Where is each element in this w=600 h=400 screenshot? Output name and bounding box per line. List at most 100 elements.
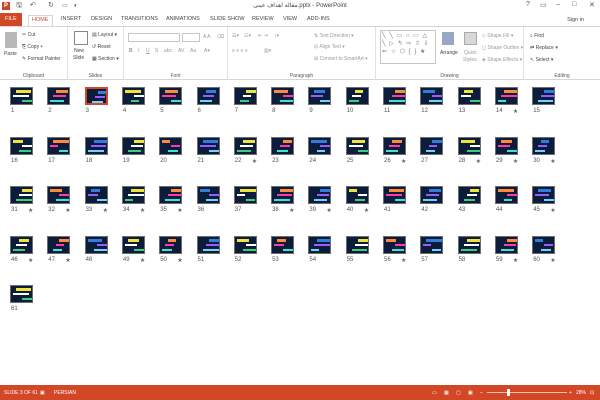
layout-button[interactable]: ▤ Layout ▾	[92, 32, 117, 38]
animation-star-icon[interactable]: ★	[103, 207, 108, 214]
slide-thumbnail[interactable]	[383, 235, 406, 254]
animation-star-icon[interactable]: ★	[28, 207, 33, 214]
animation-star-icon[interactable]: ★	[513, 158, 518, 165]
convert-smartart-button[interactable]: ⊞ Convert to SmartArt ▾	[314, 56, 368, 62]
animation-star-icon[interactable]: ★	[476, 158, 481, 165]
animation-star-icon[interactable]: ★	[326, 207, 331, 214]
new-slide-icon[interactable]	[74, 31, 88, 45]
slide-thumbnail[interactable]	[420, 186, 444, 204]
animation-star-icon[interactable]: ★	[401, 257, 406, 264]
slide-thumbnail[interactable]	[345, 87, 369, 105]
slide-thumbnail[interactable]	[47, 235, 71, 254]
tab-insert[interactable]: INSERT	[58, 15, 84, 26]
animation-star-icon[interactable]: ★	[177, 207, 182, 214]
slide-thumbnail[interactable]	[10, 87, 33, 105]
shape-fill-button[interactable]: ◇ Shape Fill ▾	[482, 33, 513, 39]
paste-icon[interactable]	[5, 32, 17, 48]
slide-thumbnail[interactable]	[159, 235, 183, 254]
tab-file[interactable]: FILE	[0, 13, 22, 26]
align-text-button[interactable]: ⊟ Align Text ▾	[314, 44, 345, 50]
reset-button[interactable]: ↺ Reset	[92, 44, 111, 50]
font-size-combobox[interactable]	[182, 33, 200, 42]
bold-button[interactable]: B	[129, 48, 133, 54]
slide-thumbnail[interactable]	[84, 186, 108, 204]
tab-view[interactable]: VIEW	[280, 15, 300, 26]
sign-in-link[interactable]: Sign in	[567, 17, 584, 23]
bullets-button[interactable]: ☰▾	[232, 33, 239, 39]
slide-thumbnail[interactable]	[271, 186, 295, 204]
slide-thumbnail[interactable]	[271, 235, 295, 254]
slide-thumbnail[interactable]	[457, 136, 481, 155]
underline-button[interactable]: U	[146, 48, 150, 54]
slide-thumbnail[interactable]	[494, 186, 518, 204]
arrange-button[interactable]: Arrange	[440, 50, 458, 56]
shadow-button[interactable]: S	[155, 48, 158, 54]
slide-thumbnail[interactable]	[345, 235, 369, 254]
minimize-button[interactable]: –	[556, 1, 560, 8]
slide-thumbnail[interactable]	[383, 87, 406, 105]
new-slide-button-line2[interactable]: Slide	[73, 55, 84, 61]
slide-thumbnail[interactable]	[233, 186, 257, 204]
slide-thumbnail[interactable]	[457, 186, 481, 204]
slide-thumbnail[interactable]	[420, 235, 444, 254]
slide-thumbnail[interactable]	[121, 87, 145, 105]
animation-star-icon[interactable]: ★	[513, 257, 518, 264]
slide-thumbnail[interactable]	[196, 87, 220, 105]
slide-sorter-view[interactable]: 1 2 3 4 5 6 7 8 9 10 11 12 13 14 ★ 15 16 17 18 19 20 21 22 ★ 23 2…	[0, 81, 600, 384]
format-painter-button[interactable]: ✎ Format Painter	[22, 56, 61, 62]
animation-star-icon[interactable]: ★	[364, 207, 369, 214]
animation-star-icon[interactable]: ★	[513, 108, 518, 115]
slide-thumbnail[interactable]	[84, 87, 108, 105]
select-button[interactable]: ↖ Select ▾	[530, 57, 553, 63]
slide-thumbnail[interactable]	[10, 186, 33, 204]
slide-thumbnail[interactable]	[121, 186, 145, 204]
cut-button[interactable]: ✂ Cut	[22, 32, 35, 38]
slide-thumbnail[interactable]	[308, 186, 332, 204]
slide-thumbnail[interactable]	[308, 235, 332, 254]
maximize-button[interactable]: □	[572, 1, 576, 8]
tab-slide-show[interactable]: SLIDE SHOW	[207, 15, 248, 26]
animation-star-icon[interactable]: ★	[550, 158, 555, 165]
slide-thumbnail[interactable]	[383, 136, 406, 155]
animation-star-icon[interactable]: ★	[289, 207, 294, 214]
clear-formatting-icon[interactable]: ⌫	[217, 34, 224, 40]
tab-review[interactable]: REVIEW	[249, 15, 277, 26]
animation-star-icon[interactable]: ★	[550, 257, 555, 264]
tab-animations[interactable]: ANIMATIONS	[163, 15, 203, 26]
font-grow-shrink-icons[interactable]: A A	[203, 34, 211, 40]
slide-thumbnail[interactable]	[233, 136, 257, 155]
animation-star-icon[interactable]: ★	[177, 257, 182, 264]
slide-thumbnail[interactable]	[420, 87, 444, 105]
italic-button[interactable]: I	[138, 48, 139, 54]
animation-star-icon[interactable]: ★	[65, 257, 70, 264]
character-spacing-button[interactable]: AV	[178, 48, 184, 54]
copy-button[interactable]: ⎘ Copy ▾	[22, 44, 43, 50]
fit-to-window-icon[interactable]: ⊡	[590, 390, 594, 396]
slide-thumbnail[interactable]	[47, 87, 71, 105]
slide-show-view-icon[interactable]: ▣	[468, 390, 473, 396]
slide-thumbnail[interactable]	[47, 186, 71, 204]
slide-thumbnail[interactable]	[308, 87, 332, 105]
slide-thumbnail[interactable]	[159, 136, 183, 155]
animation-star-icon[interactable]: ★	[550, 207, 555, 214]
zoom-in-button[interactable]: +	[569, 390, 572, 396]
numbering-button[interactable]: ☷▾	[244, 33, 251, 39]
text-direction-button[interactable]: ⇅ Text Direction ▾	[314, 33, 354, 39]
slide-thumbnail[interactable]	[271, 87, 295, 105]
slide-thumbnail[interactable]	[308, 136, 332, 155]
slide-thumbnail[interactable]	[345, 186, 369, 204]
slide-thumbnail[interactable]	[532, 87, 556, 105]
slide-thumbnail[interactable]	[271, 136, 295, 155]
shape-outline-button[interactable]: ◻ Shape Outline ▾	[482, 45, 523, 51]
slide-thumbnail[interactable]	[159, 186, 183, 204]
font-name-combobox[interactable]	[128, 33, 180, 42]
alignment-buttons[interactable]: ≡ ≡ ≡ ≡	[232, 48, 248, 54]
reading-view-icon[interactable]: ▢	[456, 390, 461, 396]
slide-thumbnail[interactable]	[10, 285, 33, 303]
slide-thumbnail[interactable]	[532, 136, 556, 155]
slide-thumbnail[interactable]	[196, 136, 220, 155]
shapes-gallery[interactable]: ╲ ╲ ▭ ○ ▭ △ ╲ ▷ ↰ ⇨ ⇧ ⇩ ⇐ ☆ ⬡ { } ★	[380, 30, 436, 64]
slide-thumbnail[interactable]	[457, 87, 481, 105]
change-case-button[interactable]: Aa	[190, 48, 196, 54]
slide-thumbnail[interactable]	[159, 87, 183, 105]
